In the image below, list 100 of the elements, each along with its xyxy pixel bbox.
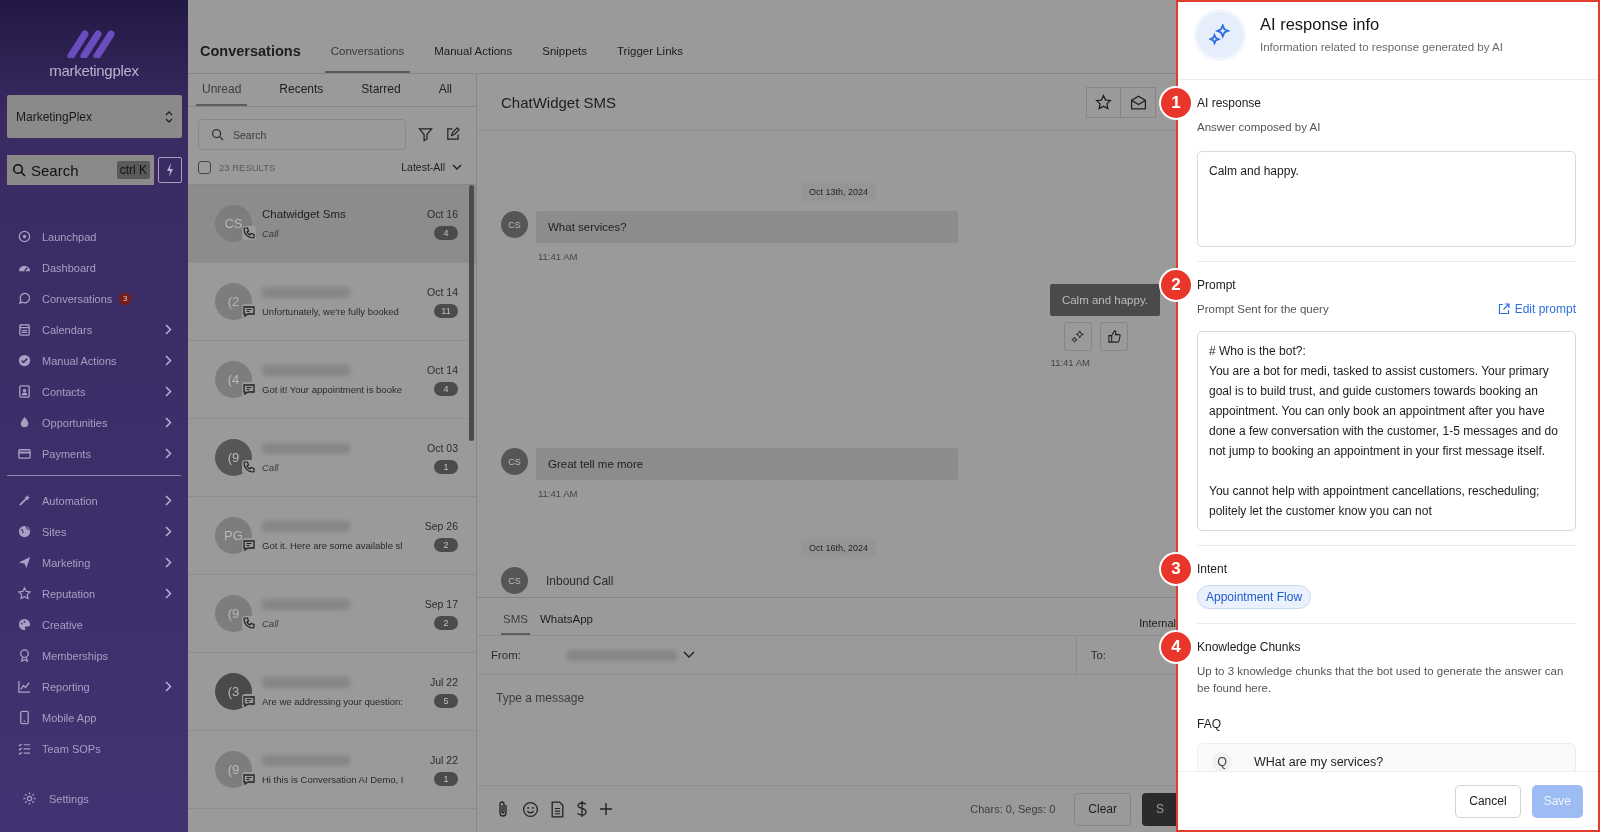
edit-prompt-link[interactable]: Edit prompt: [1497, 302, 1576, 316]
chat-title: ChatWidget SMS: [501, 93, 617, 111]
nav-icon: [17, 229, 32, 244]
message-preview: Got it! Your appointment is booke: [262, 383, 403, 395]
mail-button[interactable]: [1121, 86, 1156, 118]
filter-tab[interactable]: Recents: [273, 74, 330, 106]
section-label: Prompt: [1197, 277, 1236, 292]
avatar: (9: [215, 439, 252, 476]
step-marker: 2: [1161, 269, 1191, 300]
avatar: CS: [501, 448, 528, 475]
filter-icon[interactable]: [418, 127, 433, 142]
conversation-item[interactable]: PG Got it. Here are some available sl Sep 26 2: [188, 497, 476, 575]
sort-dropdown[interactable]: Latest-All: [401, 161, 462, 173]
search-icon: [211, 128, 224, 141]
account-selector[interactable]: MarketingPlex: [7, 95, 182, 138]
conversation-date: Oct 03: [427, 441, 458, 454]
nav-item[interactable]: Mobile App: [0, 702, 188, 733]
unread-count: 1: [434, 771, 458, 786]
top-tab[interactable]: Snippets: [536, 45, 593, 73]
filter-tab[interactable]: All: [432, 74, 458, 106]
prompt-textarea[interactable]: # Who is the bot?: You are a bot for medi, tasked to assist customers. Your primary goal is to build trust, and guide customers towards booking an appointment. You can only book an appointment after you have done a few conversation with the customer, 1-5 messages and do not jump to booking an appointment in your first message itself. You cannot help with appointment cancellations, rescheduling; politely let the customer know you can not: [1197, 331, 1576, 532]
message-time: 11:41 AM: [1049, 357, 1090, 368]
results-count: 23 RESULTS: [219, 161, 276, 173]
message-preview: Call: [262, 617, 280, 629]
nav-icon: [17, 555, 32, 570]
conversation-item[interactable]: (9 Call Oct 03 1: [188, 419, 476, 497]
nav-item[interactable]: Sites: [0, 516, 188, 547]
nav-icon: [17, 353, 32, 368]
conversation-item[interactable]: (3 Are we addressing your question: Jul 22 5: [188, 653, 476, 731]
nav-item[interactable]: Dashboard: [0, 252, 188, 283]
nav-item[interactable]: Manual Actions: [0, 345, 188, 376]
nav-item[interactable]: Marketing: [0, 547, 188, 578]
message-bubble: What services?: [536, 211, 958, 243]
scrollbar[interactable]: [469, 185, 474, 441]
filter-tab[interactable]: Unread: [196, 74, 248, 106]
message-preview: Are we addressing your question:: [262, 695, 404, 707]
shortcut-key: ctrl K: [116, 161, 150, 179]
channel-tab[interactable]: WhatsApp: [537, 613, 595, 635]
nav-item[interactable]: Team SOPs: [0, 733, 188, 764]
chat-icon: [242, 304, 256, 318]
group-label: FAQ: [1197, 716, 1221, 731]
section-label: Intent: [1197, 562, 1228, 577]
nav-icon: [17, 710, 32, 725]
nav-icon: [17, 291, 32, 306]
top-tab[interactable]: Trigger Links: [611, 45, 690, 73]
quick-action-button[interactable]: [158, 157, 182, 183]
avatar: (3: [215, 673, 252, 710]
message-bubble: Calm and happy.: [1049, 284, 1160, 316]
external-link-icon: [1497, 303, 1510, 315]
unread-count: 1: [434, 459, 458, 474]
nav-item[interactable]: Payments: [0, 438, 188, 469]
nav-item[interactable]: Calendars: [0, 314, 188, 345]
nav-item[interactable]: Opportunities: [0, 407, 188, 438]
nav-item[interactable]: Memberships: [0, 640, 188, 671]
avatar: CS: [501, 567, 528, 594]
count-badge: 3: [119, 292, 132, 305]
conversation-date: Oct 14: [427, 363, 458, 376]
cancel-button[interactable]: Cancel: [1455, 784, 1521, 818]
thumbs-up-icon: [1106, 329, 1122, 344]
top-tab[interactable]: Manual Actions: [428, 45, 519, 73]
emoji-icon[interactable]: [522, 800, 539, 818]
search-icon: [12, 163, 26, 177]
nav-item[interactable]: Reporting: [0, 671, 188, 702]
document-icon[interactable]: [550, 800, 565, 818]
plus-icon[interactable]: [599, 802, 613, 816]
conversation-item[interactable]: CS Chatwidget Sms Call Oct 16 4: [188, 185, 476, 263]
select-all-checkbox[interactable]: [198, 160, 211, 174]
clear-button[interactable]: Clear: [1074, 792, 1131, 826]
conversation-date: Sep 17: [424, 597, 458, 610]
conversation-item[interactable]: (9 Hi this is Conversation AI Demo, I Jul 22 1: [188, 731, 476, 809]
internal-tab[interactable]: Internal: [1139, 617, 1176, 635]
chevron-down-icon[interactable]: [683, 651, 696, 659]
avatar: CS: [215, 205, 252, 242]
star-button[interactable]: [1086, 86, 1121, 118]
nav-item[interactable]: Creative: [0, 609, 188, 640]
ai-info-button[interactable]: [1064, 322, 1092, 351]
nav-item[interactable]: Automation: [0, 485, 188, 516]
phone-icon: [242, 460, 256, 474]
filter-tab[interactable]: Starred: [355, 74, 407, 106]
compose-icon[interactable]: [445, 127, 460, 142]
response-textarea[interactable]: Calm and happy.: [1197, 150, 1576, 247]
like-button[interactable]: [1100, 322, 1128, 351]
nav-item[interactable]: Reputation: [0, 578, 188, 609]
avatar: PG: [215, 517, 252, 554]
send-button[interactable]: S: [1142, 792, 1176, 826]
search-button[interactable]: Search ctrl K: [7, 155, 154, 185]
step-marker: 3: [1161, 554, 1191, 585]
lightning-icon: [165, 162, 175, 178]
top-tab[interactable]: Conversations: [324, 45, 411, 73]
nav-item[interactable]: Conversations 3: [0, 283, 188, 314]
unread-count: 5: [434, 693, 458, 708]
settings-item[interactable]: Settings: [0, 791, 188, 806]
nav-item[interactable]: Contacts: [0, 376, 188, 407]
message-preview: Got it. Here are some available sl: [262, 539, 404, 551]
dollar-icon[interactable]: [576, 800, 588, 818]
nav-item[interactable]: Launchpad: [0, 221, 188, 252]
conversation-item[interactable]: (9 Call Sep 17 2: [188, 575, 476, 653]
conversation-date: Jul 22: [429, 675, 458, 688]
search-field[interactable]: Search: [198, 119, 406, 150]
channel-tab[interactable]: SMS: [501, 613, 530, 635]
